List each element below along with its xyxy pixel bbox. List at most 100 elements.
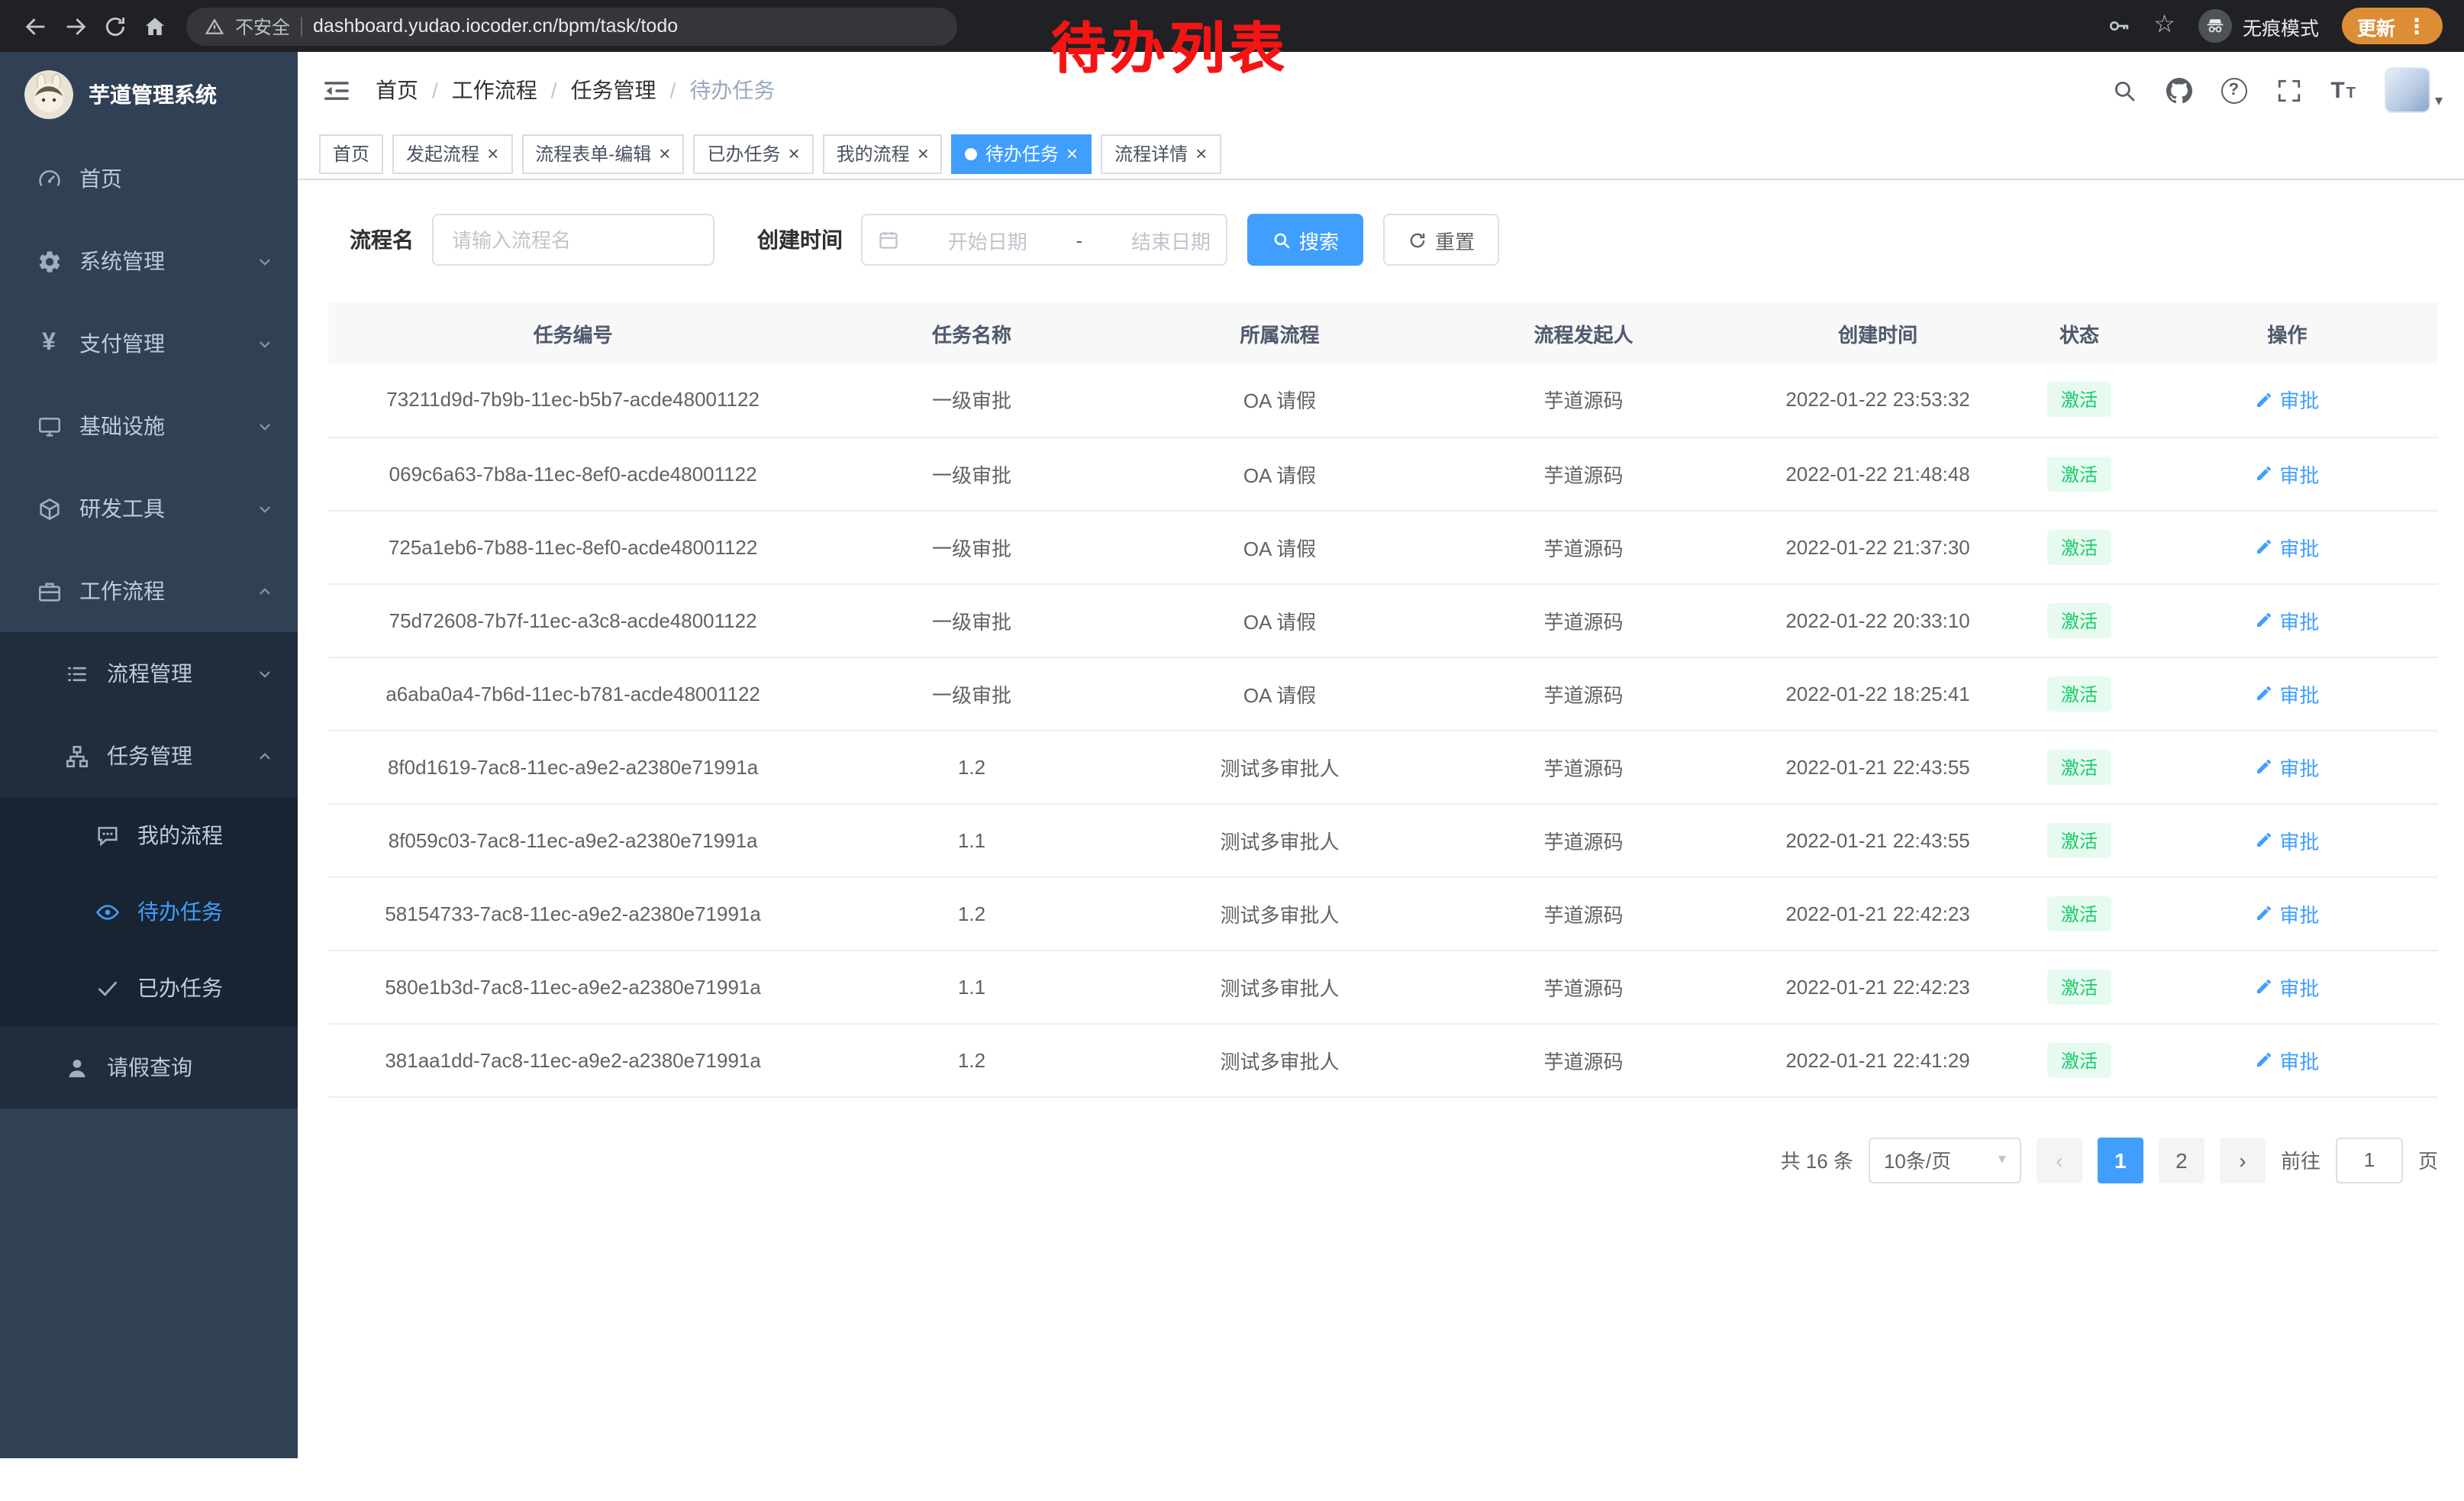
edit-icon (2255, 831, 2273, 849)
chrome-right-cluster: ☆ 无痕模式 更新 ⋮ (2106, 8, 2449, 44)
search-button[interactable]: 搜索 (1247, 214, 1363, 266)
tag-my-processes[interactable]: 我的流程 × (823, 134, 943, 173)
sidebar-item-home[interactable]: 首页 (0, 137, 298, 220)
breadcrumb-home[interactable]: 首页 (376, 75, 418, 105)
search-icon[interactable] (2111, 77, 2137, 103)
update-button[interactable]: 更新 ⋮ (2342, 8, 2443, 44)
breadcrumb-task-management[interactable]: 任务管理 (571, 75, 656, 105)
sidebar-item-workflow[interactable]: 工作流程 (0, 550, 298, 632)
yen-icon: ¥ (31, 331, 67, 356)
github-icon[interactable] (2166, 77, 2191, 103)
approve-link[interactable]: 审批 (2255, 679, 2319, 708)
approve-link[interactable]: 审批 (2255, 605, 2319, 634)
cell-process: OA 请假 (1126, 437, 1434, 510)
approve-link[interactable]: 审批 (2255, 972, 2319, 1001)
bookmark-star-icon[interactable]: ☆ (2153, 14, 2175, 38)
app-logo-row[interactable]: 芋道管理系统 (0, 52, 298, 137)
sidebar-item-done-tasks[interactable]: 已办任务 (0, 950, 298, 1026)
approve-link[interactable]: 审批 (2255, 752, 2319, 781)
breadcrumb-workflow[interactable]: 工作流程 (452, 75, 537, 105)
cell-task-name: 1.1 (818, 950, 1126, 1023)
sidebar-item-process-management[interactable]: 流程管理 (0, 632, 298, 715)
cell-create-time: 2022-01-22 20:33:10 (1734, 583, 2023, 657)
date-range-picker[interactable]: 开始日期 - 结束日期 (861, 214, 1227, 266)
cell-initiator: 芋道源码 (1434, 657, 1733, 730)
sidebar-item-system[interactable]: 系统管理 (0, 220, 298, 302)
omnibox-divider (301, 16, 302, 36)
avatar[interactable] (2385, 67, 2430, 113)
page-button-1[interactable]: 1 (2098, 1137, 2143, 1183)
goto-page-input[interactable] (2336, 1137, 2403, 1183)
help-icon[interactable]: ? (2221, 77, 2246, 103)
page-size-select[interactable]: 10条/页 ▾ (1869, 1137, 2021, 1183)
start-date-input[interactable]: 开始日期 (948, 225, 1027, 254)
approve-link[interactable]: 审批 (2255, 1045, 2319, 1074)
end-date-input[interactable]: 结束日期 (1131, 225, 1211, 254)
back-button[interactable] (15, 6, 55, 46)
edit-icon (2255, 757, 2273, 776)
close-icon[interactable]: × (487, 144, 498, 163)
sidebar-item-payment[interactable]: ¥ 支付管理 (0, 302, 298, 385)
forward-button[interactable] (55, 6, 95, 46)
cell-initiator: 芋道源码 (1434, 437, 1733, 510)
close-icon[interactable]: × (1066, 144, 1078, 163)
process-name-input[interactable] (432, 214, 714, 266)
incognito-icon (2198, 9, 2232, 43)
close-icon[interactable]: × (659, 144, 670, 163)
home-button[interactable] (134, 6, 174, 46)
font-size-icon[interactable]: TT (2330, 77, 2356, 103)
close-icon[interactable]: × (788, 144, 799, 163)
cell-process: OA 请假 (1126, 657, 1434, 730)
close-icon[interactable]: × (1195, 144, 1207, 163)
status-badge: 激活 (2047, 749, 2111, 784)
address-bar[interactable]: 不安全 dashboard.yudao.iocoder.cn/bpm/task/… (186, 7, 957, 45)
approve-link[interactable]: 审批 (2255, 459, 2319, 488)
fullscreen-icon[interactable] (2275, 77, 2301, 103)
next-page-button[interactable]: › (2220, 1137, 2266, 1183)
chevron-down-icon (256, 500, 273, 517)
breadcrumb-current: 待办任务 (689, 75, 775, 105)
sidebar-item-leave-query[interactable]: 请假查询 (0, 1026, 298, 1109)
tag-home[interactable]: 首页 (319, 134, 383, 173)
sidebar-item-my-processes[interactable]: 我的流程 (0, 797, 298, 873)
incognito-label: 无痕模式 (2243, 11, 2319, 40)
tag-done-tasks[interactable]: 已办任务 × (693, 134, 813, 173)
cell-create-time: 2022-01-22 21:37:30 (1734, 510, 2023, 583)
close-icon[interactable]: × (918, 144, 929, 163)
main-panel: 首页 / 工作流程 / 任务管理 / 待办任务 ? TT ▾ (298, 52, 2464, 1501)
edit-icon (2255, 904, 2273, 922)
security-warning-icon (205, 16, 224, 36)
cell-process: OA 请假 (1126, 363, 1434, 437)
cell-create-time: 2022-01-21 22:43:55 (1734, 803, 2023, 876)
cell-initiator: 芋道源码 (1434, 363, 1733, 437)
edit-icon (2255, 391, 2273, 409)
approve-link[interactable]: 审批 (2255, 825, 2319, 854)
key-icon[interactable] (2106, 14, 2130, 38)
prev-page-button[interactable]: ‹ (2037, 1137, 2082, 1183)
tag-start-process[interactable]: 发起流程 × (392, 134, 512, 173)
screenshot-root: 不安全 dashboard.yudao.iocoder.cn/bpm/task/… (0, 0, 2464, 1501)
cell-task-name: 1.2 (818, 1023, 1126, 1096)
sidebar-item-infrastructure[interactable]: 基础设施 (0, 385, 298, 467)
approve-link[interactable]: 审批 (2255, 386, 2319, 415)
approve-link[interactable]: 审批 (2255, 899, 2319, 928)
reset-button[interactable]: 重置 (1383, 214, 1499, 266)
gear-icon (31, 248, 67, 274)
cell-status: 激活 (2022, 803, 2136, 876)
approve-link[interactable]: 审批 (2255, 532, 2319, 561)
sidebar-item-dev-tools[interactable]: 研发工具 (0, 467, 298, 550)
table-row: 73211d9d-7b9b-11ec-b5b7-acde48001122 一级审… (328, 363, 2438, 437)
more-menu-icon[interactable]: ⋮ (2406, 15, 2427, 37)
reload-button[interactable] (95, 6, 134, 46)
sidebar-item-task-management[interactable]: 任务管理 (0, 715, 298, 797)
tag-process-form-edit[interactable]: 流程表单-编辑 × (521, 134, 684, 173)
user-menu[interactable]: ▾ (2385, 67, 2443, 113)
sidebar-fold-icon[interactable] (322, 76, 351, 105)
edit-icon (2255, 977, 2273, 996)
cell-task-id: a6aba0a4-7b6d-11ec-b781-acde48001122 (328, 657, 818, 730)
tag-todo-tasks-active[interactable]: 待办任务 × (952, 134, 1092, 173)
sidebar-item-todo-tasks[interactable]: 待办任务 (0, 873, 298, 950)
status-badge: 激活 (2047, 822, 2111, 857)
tag-process-detail[interactable]: 流程详情 × (1101, 134, 1221, 173)
page-button-2[interactable]: 2 (2159, 1137, 2204, 1183)
